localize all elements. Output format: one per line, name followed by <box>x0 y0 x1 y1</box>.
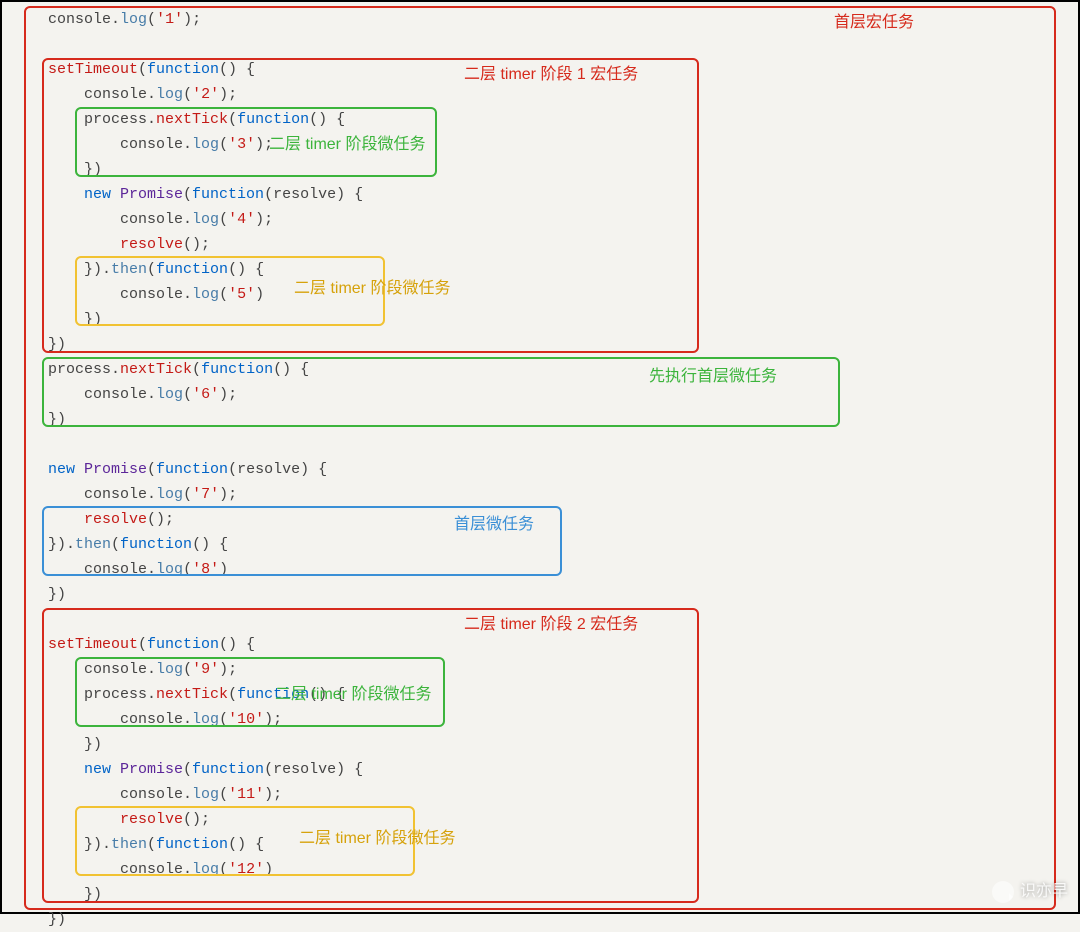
code-line: }).then(function() { <box>2 832 1078 857</box>
code-line: new Promise(function(resolve) { <box>2 182 1078 207</box>
code-line: console.log('3'); <box>2 132 1078 157</box>
code-line <box>2 432 1078 457</box>
code-line: }) <box>2 307 1078 332</box>
diagram-canvas: console.log('1'); setTimeout(function() … <box>0 0 1080 914</box>
code-line: setTimeout(function() { <box>2 57 1078 82</box>
code-line: console.log('1'); <box>2 7 1078 32</box>
code-line: resolve(); <box>2 807 1078 832</box>
code-line: console.log('8') <box>2 557 1078 582</box>
wechat-icon <box>992 881 1014 903</box>
code-line: console.log('2'); <box>2 82 1078 107</box>
code-line: console.log('12') <box>2 857 1078 882</box>
code-line: process.nextTick(function() { <box>2 107 1078 132</box>
code-line: console.log('11'); <box>2 782 1078 807</box>
code-line: console.log('10'); <box>2 707 1078 732</box>
code-line: setTimeout(function() { <box>2 632 1078 657</box>
code-line: console.log('9'); <box>2 657 1078 682</box>
watermark: 识亦早 <box>992 879 1068 904</box>
code-line: console.log('4'); <box>2 207 1078 232</box>
code-line: }) <box>2 157 1078 182</box>
code-line: }) <box>2 907 1078 932</box>
code-line <box>2 32 1078 57</box>
code-line: new Promise(function(resolve) { <box>2 757 1078 782</box>
code-line: }) <box>2 582 1078 607</box>
code-line: }) <box>2 882 1078 907</box>
code-line: }).then(function() { <box>2 257 1078 282</box>
watermark-text: 识亦早 <box>1020 879 1068 904</box>
code-line: }) <box>2 332 1078 357</box>
code-line: process.nextTick(function() { <box>2 357 1078 382</box>
code-line: }) <box>2 732 1078 757</box>
code-line: console.log('7'); <box>2 482 1078 507</box>
code-line: console.log('5') <box>2 282 1078 307</box>
code-line: }) <box>2 407 1078 432</box>
code-line <box>2 607 1078 632</box>
code-line: new Promise(function(resolve) { <box>2 457 1078 482</box>
code-line: }).then(function() { <box>2 532 1078 557</box>
code-line: console.log('6'); <box>2 382 1078 407</box>
code-block: console.log('1'); setTimeout(function() … <box>2 7 1078 932</box>
code-line: resolve(); <box>2 507 1078 532</box>
code-line: process.nextTick(function() { <box>2 682 1078 707</box>
code-line: resolve(); <box>2 232 1078 257</box>
